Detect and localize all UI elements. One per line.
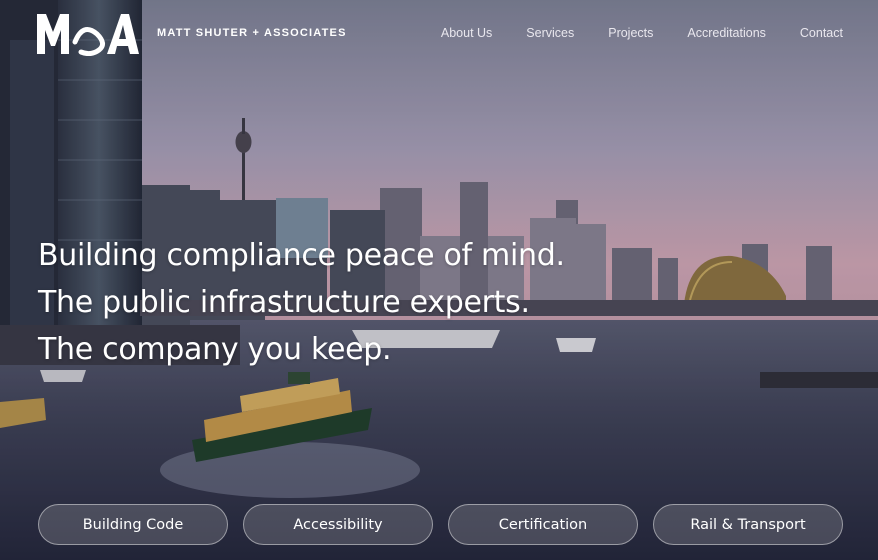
category-pills: Building Code Accessibility Certificatio… xyxy=(38,504,843,545)
hero-headline: Building compliance peace of mind. The p… xyxy=(38,232,565,373)
headline-line-2: The public infrastructure experts. xyxy=(38,285,530,320)
category-accessibility-button[interactable]: Accessibility xyxy=(243,504,433,545)
brand-name: MATT SHUTER + ASSOCIATES xyxy=(157,27,347,39)
site-logo[interactable] xyxy=(37,12,139,56)
main-nav: About Us Services Projects Accreditation… xyxy=(407,26,843,40)
category-certification-button[interactable]: Certification xyxy=(448,504,638,545)
nav-accreditations[interactable]: Accreditations xyxy=(687,26,766,40)
nav-services[interactable]: Services xyxy=(526,26,574,40)
headline-line-1: Building compliance peace of mind. xyxy=(38,238,565,273)
category-rail-transport-button[interactable]: Rail & Transport xyxy=(653,504,843,545)
nav-projects[interactable]: Projects xyxy=(608,26,653,40)
category-building-code-button[interactable]: Building Code xyxy=(38,504,228,545)
site-header: MATT SHUTER + ASSOCIATES About Us Servic… xyxy=(0,0,878,66)
msa-logo-icon xyxy=(37,14,139,56)
nav-about-us[interactable]: About Us xyxy=(441,26,492,40)
nav-contact[interactable]: Contact xyxy=(800,26,843,40)
headline-line-3: The company you keep. xyxy=(38,332,392,367)
